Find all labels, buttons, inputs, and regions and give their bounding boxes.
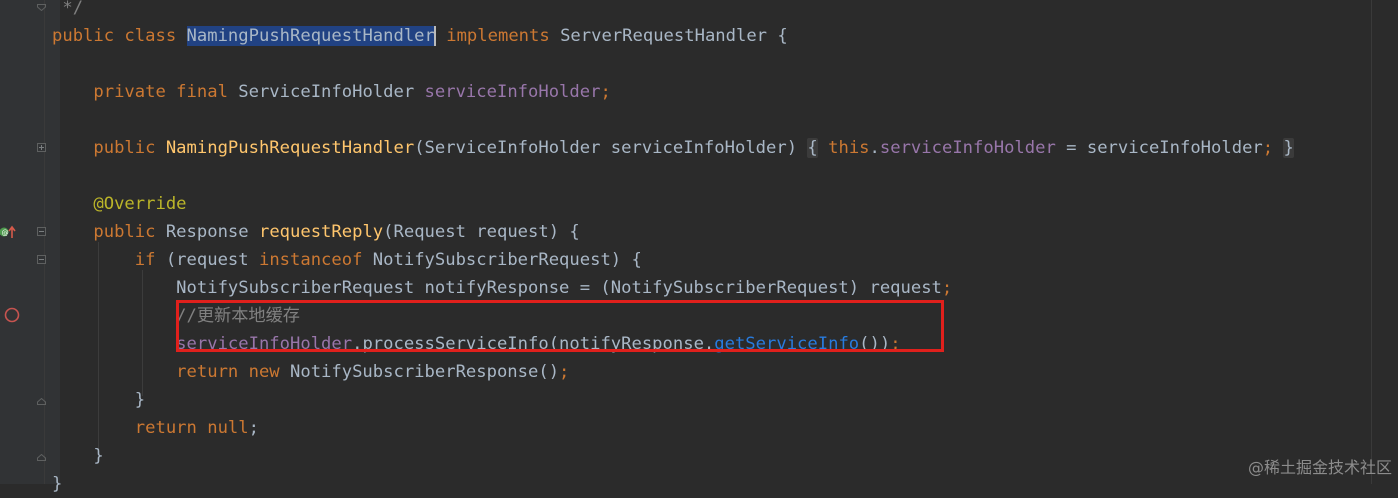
code-token: (Request request) { [383, 222, 580, 242]
implements-method-icon[interactable]: @ [0, 224, 16, 240]
code-token: { [807, 138, 818, 158]
code-line[interactable]: @Override [52, 190, 187, 218]
code-token: public [52, 138, 166, 158]
code-token: ; [941, 278, 953, 298]
code-line[interactable]: } [52, 470, 62, 498]
gutter-separator [44, 0, 45, 484]
code-token: this [828, 138, 870, 158]
code-token: serviceInfoHolder [879, 138, 1056, 158]
code-token: serviceInfoHolder [424, 82, 601, 102]
code-line[interactable]: return null; [52, 414, 259, 442]
code-token: (ServiceInfoHolder serviceInfoHolder) [414, 138, 808, 158]
code-token: ; [600, 82, 611, 102]
code-line[interactable]: public class NamingPushRequestHandler im… [52, 22, 788, 50]
code-token: ; [248, 418, 259, 438]
code-line[interactable]: */ [52, 0, 83, 22]
fold-end-icon[interactable] [37, 454, 46, 461]
svg-text:@: @ [2, 229, 9, 237]
code-token: ServiceInfoHolder [238, 82, 425, 102]
code-line[interactable]: if (request instanceof NotifySubscriberR… [52, 246, 642, 274]
code-token: private final [52, 82, 239, 102]
code-token: . [869, 138, 880, 158]
code-token: NamingPushRequestHandler [186, 26, 435, 46]
code-token: @Override [52, 194, 187, 214]
code-line[interactable]: } [52, 442, 104, 470]
code-token: implements [435, 26, 561, 46]
code-token: return new [52, 362, 290, 382]
code-token: NamingPushRequestHandler [165, 138, 415, 158]
code-token: NotifySubscriberRequest notifyResponse =… [52, 278, 942, 298]
code-token: public [52, 222, 166, 242]
code-token: return null [52, 418, 249, 438]
code-token: ; [559, 362, 570, 382]
code-token: ; [1262, 138, 1284, 158]
code-token: public class [52, 26, 187, 46]
fold-expand-icon[interactable] [37, 143, 46, 152]
code-token: Response [165, 222, 259, 242]
code-line[interactable]: NotifySubscriberRequest notifyResponse =… [52, 274, 952, 302]
fold-end-icon[interactable] [37, 4, 46, 11]
code-line[interactable]: private final ServiceInfoHolder serviceI… [52, 78, 611, 106]
code-token: ServerRequestHandler { [560, 26, 788, 46]
breakpoint-icon[interactable] [4, 307, 20, 323]
code-token: if [52, 250, 166, 270]
code-token: instanceof [258, 250, 373, 270]
fold-collapse-icon[interactable] [37, 227, 46, 236]
code-token: requestReply [258, 222, 384, 242]
code-token: } [52, 390, 146, 410]
code-token: NotifySubscriberResponse() [290, 362, 560, 382]
watermark: @稀土掘金技术社区 [1247, 458, 1392, 477]
code-line[interactable]: return new NotifySubscriberResponse(); [52, 358, 569, 386]
code-token: } [1283, 138, 1294, 158]
code-token: */ [52, 0, 84, 18]
code-token: NotifySubscriberRequest) { [372, 250, 642, 270]
code-token: = serviceInfoHolder [1055, 138, 1263, 158]
code-line[interactable]: public Response requestReply(Request req… [52, 218, 580, 246]
highlight-box [176, 300, 944, 352]
code-line[interactable]: public NamingPushRequestHandler(ServiceI… [52, 134, 1294, 162]
fold-collapse-icon[interactable] [37, 255, 46, 264]
code-token: } [52, 446, 104, 466]
code-line[interactable]: } [52, 386, 145, 414]
right-margin-guide [1371, 0, 1372, 484]
code-token: } [52, 474, 63, 494]
code-token: (request [165, 250, 259, 270]
editor-gutter [0, 0, 60, 484]
fold-end-icon[interactable] [37, 398, 46, 405]
